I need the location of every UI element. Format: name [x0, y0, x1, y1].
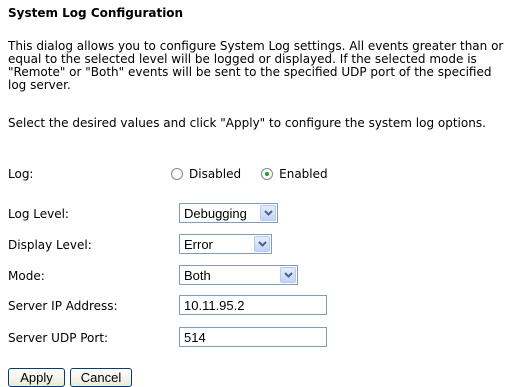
mode-value: Both [184, 267, 211, 283]
display-level-label: Display Level: [8, 238, 92, 252]
log-disabled-radio[interactable] [171, 168, 183, 180]
server-port-label: Server UDP Port: [8, 331, 109, 345]
mode-select[interactable]: Both [179, 265, 298, 285]
apply-button[interactable]: Apply [8, 368, 65, 387]
display-level-select[interactable]: Error [179, 234, 272, 254]
cancel-button[interactable]: Cancel [70, 368, 132, 387]
chevron-down-icon[interactable] [280, 267, 296, 283]
log-level-label: Log Level: [8, 207, 69, 221]
log-label: Log: [8, 167, 34, 181]
log-level-value: Debugging [184, 205, 247, 221]
server-ip-input[interactable]: 10.11.95.2 [179, 295, 327, 315]
log-enabled-radio[interactable] [261, 168, 274, 180]
chevron-down-icon[interactable] [254, 236, 270, 252]
server-port-input[interactable]: 514 [179, 327, 327, 347]
chevron-down-icon[interactable] [260, 205, 276, 221]
mode-label: Mode: [8, 269, 45, 283]
page-title: System Log Configuration [8, 6, 184, 20]
server-ip-label: Server IP Address: [8, 299, 118, 313]
intro-text: This dialog allows you to configure Syst… [8, 39, 504, 92]
instruction-text: Select the desired values and click "App… [8, 116, 486, 130]
display-level-value: Error [184, 236, 213, 252]
log-disabled-label[interactable]: Disabled [189, 167, 241, 181]
log-radio-group: Disabled Enabled [171, 166, 348, 182]
log-level-select[interactable]: Debugging [179, 203, 278, 223]
log-enabled-label[interactable]: Enabled [279, 167, 328, 181]
